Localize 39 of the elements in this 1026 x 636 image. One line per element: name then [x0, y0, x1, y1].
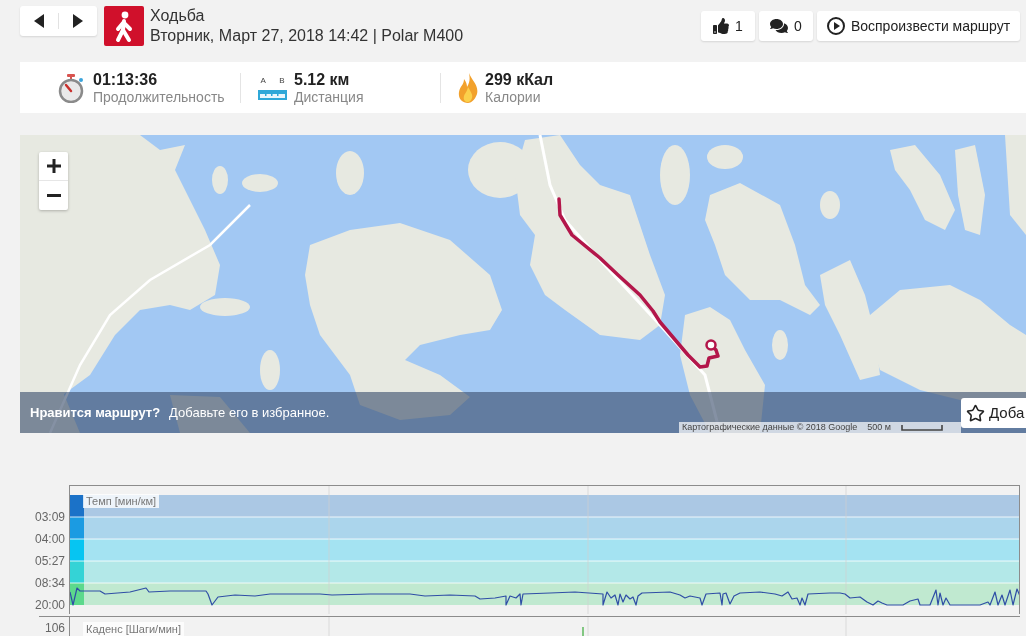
activity-title: Ходьба [150, 6, 206, 26]
stat-value: 5.12 км [294, 70, 351, 89]
axis-tick-label: 04:00 [34, 531, 65, 548]
chart-title: Каденс [Шаги/мин] [83, 622, 184, 636]
axis-tick-label: 05:27 [34, 553, 65, 570]
scale-bar-icon [901, 424, 944, 431]
axis-tick-label: 08:34 [34, 575, 65, 592]
stat-label: Продолжительность [93, 88, 225, 105]
stat-label: Калории [485, 88, 542, 105]
walking-person-icon [104, 6, 144, 46]
play-circle-icon [826, 17, 845, 35]
play-route-button[interactable]: Воспроизвести маршрут [817, 11, 1020, 41]
stopwatch-icon [58, 72, 86, 103]
like-button[interactable]: 1 [701, 11, 755, 41]
route-point-label: A [260, 75, 266, 86]
banner-question: Нравится маршрут? [30, 403, 161, 422]
stat-value: 299 кКал [485, 70, 554, 89]
triangle-right-icon [73, 14, 83, 28]
route-point-label: B [279, 75, 285, 86]
activity-subtitle: Вторник, Март 27, 2018 14:42 | Polar M400 [150, 26, 464, 46]
minus-icon [46, 194, 61, 197]
axis-tick-label: 20:00 [34, 597, 65, 614]
triangle-left-icon [34, 14, 44, 28]
map-scale-label: 500 м [867, 422, 892, 433]
thumbs-up-icon [713, 18, 730, 34]
flame-icon [458, 72, 478, 103]
map-attribution: Картографические данные © 2018 Google [682, 422, 858, 433]
add-favorite-button[interactable]: Доба [961, 398, 1026, 428]
stat-label: Дистанция [294, 88, 364, 105]
stat-value: 01:13:36 [93, 70, 159, 89]
ruler-icon [258, 89, 287, 100]
star-icon [966, 403, 985, 423]
banner-text: Добавьте его в избранное. [169, 403, 330, 422]
speech-bubbles-icon [770, 18, 789, 34]
axis-tick-label: 106 [44, 620, 65, 636]
axis-tick-label: 03:09 [34, 509, 65, 526]
plus-icon [46, 159, 61, 173]
comment-button[interactable]: 0 [759, 11, 813, 41]
chart-title: Темп [мин/км] [83, 494, 160, 508]
